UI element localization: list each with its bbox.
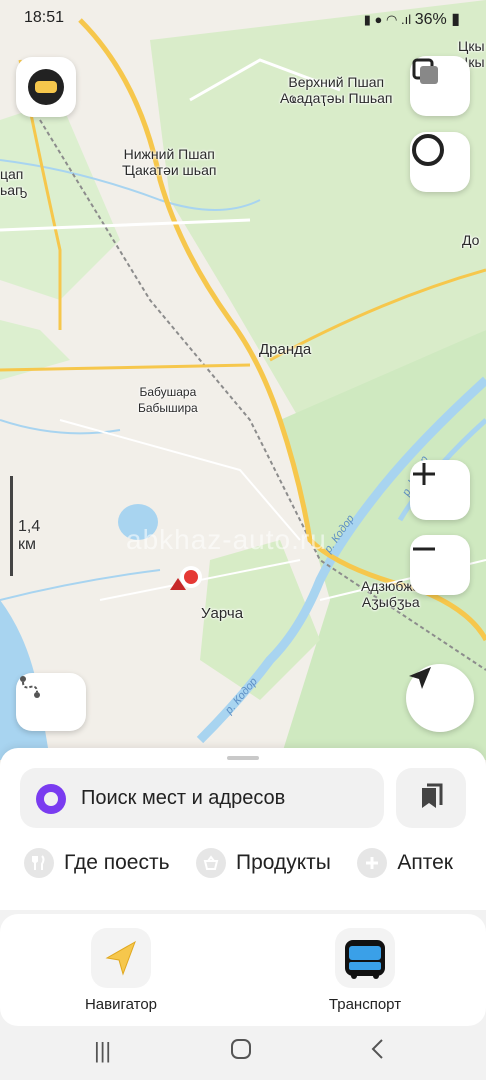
navigator-arrow-icon	[105, 940, 136, 976]
layers-button[interactable]	[410, 56, 470, 116]
sheet-handle[interactable]	[227, 756, 259, 760]
route-button[interactable]	[16, 673, 86, 731]
navigator-label: Навигатор	[84, 996, 158, 1013]
place-nizhniy-pshap: Нижний Пшап Ҵакатәи шьап	[122, 146, 217, 178]
place-verkhniy-pshap: Верхний Пшап Аҩадаҭәы Пшьап	[280, 74, 393, 106]
minus-icon	[413, 547, 435, 551]
status-bar: 18:51 ▮ ● ◠ .ıl 36% ▮	[0, 0, 486, 36]
place-babushara: Бабушара Бабышира	[138, 385, 198, 415]
status-time: 18:51	[24, 9, 65, 26]
battery-icon: ▮	[451, 11, 460, 28]
watermark: abkhaz-auto.ru	[126, 524, 327, 555]
status-icons: ▮ ● ◠ .ıl 36% ▮	[364, 9, 460, 29]
zoom-in-button[interactable]	[410, 460, 470, 520]
basket-icon	[195, 848, 226, 878]
location-arrow-icon	[409, 667, 431, 689]
alice-icon[interactable]	[36, 784, 66, 814]
chip-where-to-eat[interactable]: Где поесть	[24, 848, 170, 878]
map-canvas	[0, 0, 486, 760]
bottom-sheet[interactable]: Поиск мест и адресов Где поесть Продукты…	[0, 748, 486, 910]
system-nav-bar: |||	[0, 1028, 486, 1080]
fork-knife-icon	[24, 848, 54, 878]
back-button[interactable]	[370, 1038, 384, 1066]
route-icon	[20, 676, 40, 698]
category-chips: Где поесть Продукты Аптек	[24, 848, 486, 892]
signal-icons: ▮ ● ◠ .ıl	[363, 12, 415, 27]
plus-icon	[413, 463, 435, 485]
chip-groceries[interactable]: Продукты	[195, 848, 331, 878]
recent-apps-button[interactable]: |||	[94, 1038, 111, 1064]
bookmark-icon	[422, 783, 443, 808]
zoom-out-button[interactable]	[410, 535, 470, 595]
layers-icon	[412, 58, 438, 84]
place-edge-left: цап ьаҧ	[0, 166, 28, 198]
chip-pharmacy[interactable]: Аптек	[357, 848, 453, 878]
my-location-button[interactable]	[406, 664, 474, 732]
navigator-app[interactable]: Навигатор	[51, 928, 191, 1013]
search-bar[interactable]: Поиск мест и адресов	[20, 768, 384, 828]
transport-app[interactable]: Транспорт	[295, 928, 435, 1013]
location-marker-dot	[184, 570, 198, 584]
place-uarcha: Уарча	[201, 605, 244, 622]
profile-avatar-button[interactable]	[16, 57, 76, 117]
apps-card: Навигатор Транспорт	[0, 914, 486, 1026]
transport-label: Транспорт	[328, 996, 402, 1013]
alice-ring-icon	[412, 134, 444, 166]
place-dranda: Дранда	[259, 341, 312, 358]
place-edge-right: До	[462, 232, 480, 248]
home-button[interactable]	[230, 1038, 252, 1066]
plus-icon	[357, 848, 388, 878]
scale-label: 1,4 км	[18, 518, 41, 553]
bus-icon	[345, 940, 385, 979]
search-placeholder[interactable]: Поиск мест и адресов	[81, 787, 285, 810]
bookmarks-button[interactable]	[396, 768, 466, 828]
alice-assistant-button[interactable]	[410, 132, 470, 192]
car-avatar-icon	[28, 69, 64, 105]
bottom-bar: Навигатор Транспорт |||	[0, 910, 486, 1080]
battery-percent: 36%	[414, 11, 447, 28]
map-view[interactable]: Верхний Пшап Аҩадаҭәы Пшьап Нижний Пшап Ҵа…	[0, 0, 486, 760]
